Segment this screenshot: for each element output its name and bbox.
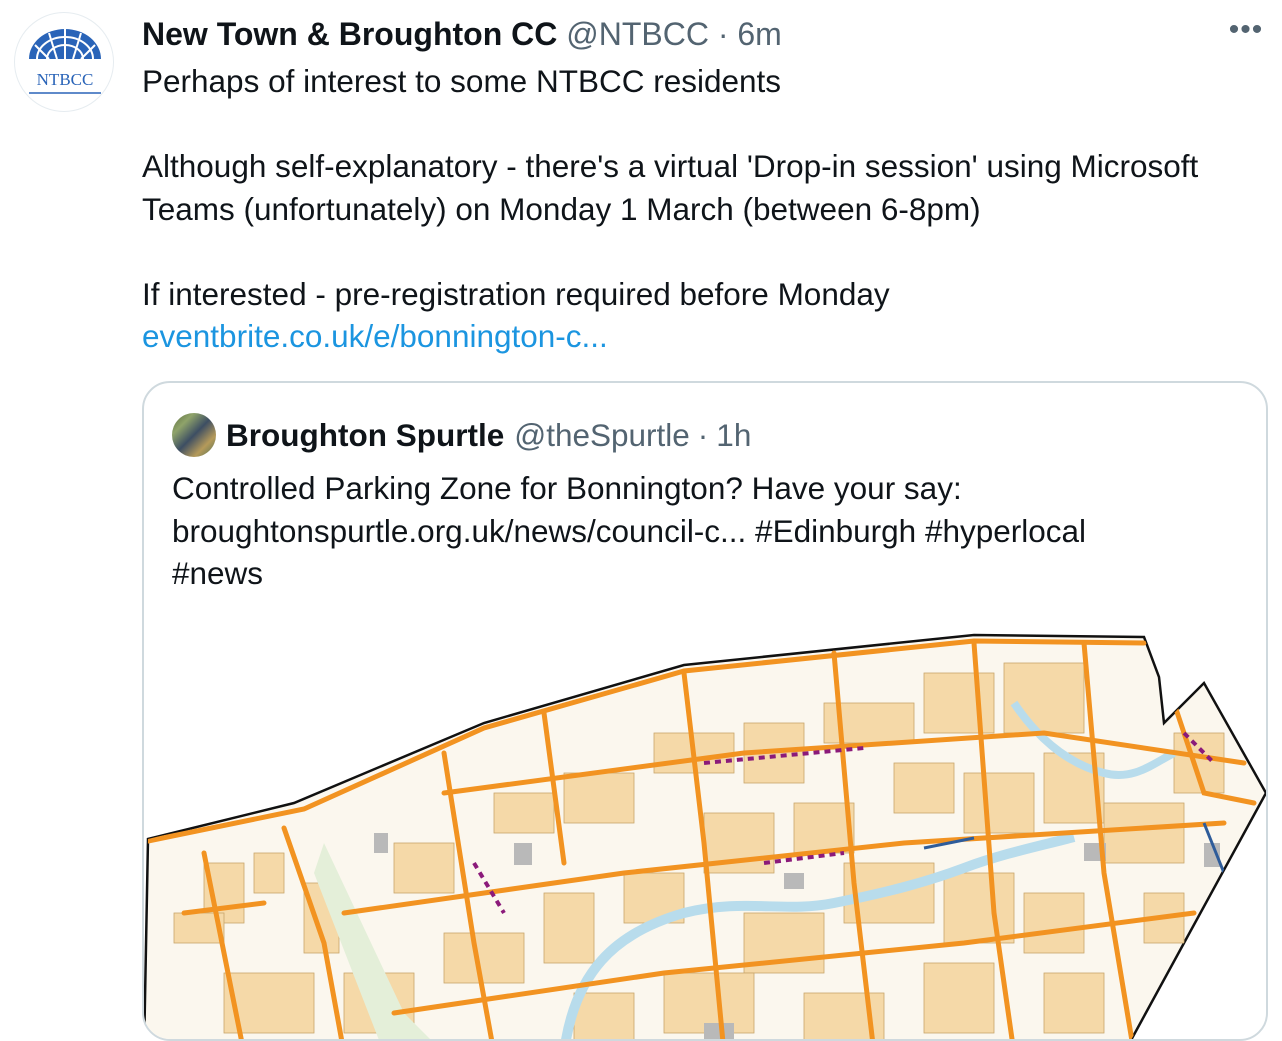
avatar[interactable]: NTBCC xyxy=(14,12,114,112)
quoted-timestamp[interactable]: 1h xyxy=(716,417,751,454)
author-handle[interactable]: @NTBCC xyxy=(566,16,709,52)
map-image[interactable] xyxy=(144,613,1266,1039)
parking-zone-map xyxy=(144,633,1266,1039)
tweet-line-3: If interested - pre-registration require… xyxy=(142,275,890,312)
quoted-tweet-card[interactable]: Broughton Spurtle @theSpurtle · 1h Contr… xyxy=(142,381,1268,1041)
more-options-icon[interactable]: ••• xyxy=(1226,15,1266,48)
tweet-line-1: Perhaps of interest to some NTBCC reside… xyxy=(142,63,782,99)
quoted-author-handle[interactable]: @theSpurtle xyxy=(514,417,690,454)
quoted-tweet-text: Controlled Parking Zone for Bonnington? … xyxy=(172,467,1242,595)
eventbrite-link[interactable]: eventbrite.co.uk/e/bonnington-c... xyxy=(142,318,608,354)
quoted-avatar[interactable] xyxy=(172,413,216,457)
tweet-text: Perhaps of interest to some NTBCC reside… xyxy=(142,60,1252,358)
separator: · xyxy=(717,16,729,52)
tweet-header: New Town & Broughton CC @NTBCC · 6m xyxy=(142,14,782,54)
quoted-tweet-header: Broughton Spurtle @theSpurtle · 1h xyxy=(172,413,751,457)
tweet-line-2: Although self-explanatory - there's a vi… xyxy=(142,148,1199,227)
author-name[interactable]: New Town & Broughton CC xyxy=(142,16,557,52)
avatar-text: NTBCC xyxy=(37,70,94,89)
ntbcc-logo: NTBCC xyxy=(29,29,101,94)
quoted-line-1: Controlled Parking Zone for Bonnington? … xyxy=(172,470,962,506)
quoted-separator: · xyxy=(697,416,709,453)
timestamp[interactable]: 6m xyxy=(737,16,781,52)
quoted-author-name[interactable]: Broughton Spurtle xyxy=(226,417,504,454)
quoted-line-2: broughtonspurtle.org.uk/news/council-c..… xyxy=(172,512,1087,549)
quoted-line-3: #news xyxy=(172,555,264,591)
